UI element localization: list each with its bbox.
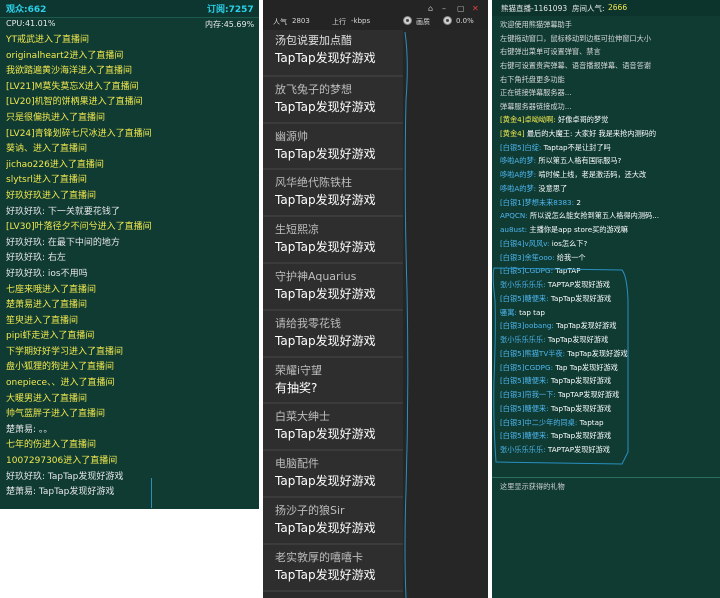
loss-toggle-icon[interactable]: [443, 16, 452, 25]
chat-line: 好玖好玖: TapTap发现好游戏: [6, 471, 124, 482]
chat-line: 帅气蓝胖子进入了直播间: [6, 409, 106, 420]
chat-line: 大暖男进入了直播间: [6, 393, 88, 404]
chat-line: 盘小狐狸的狗进入了直播间: [6, 362, 115, 373]
gift-divider: [492, 477, 720, 478]
chat-line: jichao226进入了直播间: [6, 159, 104, 170]
chat-line: 葵讷、进入了直播间: [6, 144, 88, 155]
chat-line: 只是很偏执进入了直播间: [6, 112, 106, 123]
card-message: 有抽奖?: [275, 380, 318, 395]
chat-line: slytsrl进入了直播间: [6, 175, 87, 186]
card-username: 请给我零花钱: [275, 316, 341, 330]
danmaku-card[interactable]: 电脑配件 TapTap发现好游戏: [263, 451, 403, 498]
cpu-usage: CPU:41.01%: [6, 19, 56, 28]
danmaku-card[interactable]: 放飞兔子的梦想 TapTap发现好游戏: [263, 76, 403, 124]
chat-line: [LV30]叶落径夕不问兮进入了直播间: [6, 222, 152, 233]
upload-label: 上行: [332, 18, 346, 26]
selection-annotation-outline: [492, 267, 629, 465]
chat-line: 楚萧易: 。。: [6, 424, 53, 435]
card-message: TapTap发现好游戏: [275, 427, 376, 442]
chat-line: 1007297306进入了直播间: [6, 456, 118, 467]
danmaku-card[interactable]: 扬沙子的狼Sir TapTap发现好游戏: [263, 497, 403, 545]
danmaku-card[interactable]: 请给我零花钱 TapTap发现好游戏: [263, 310, 403, 358]
home-icon[interactable]: ⌂: [428, 4, 433, 13]
card-message: TapTap发现好游戏: [275, 520, 376, 535]
card-panel-sidebar: [403, 30, 488, 598]
chat-line: 我欲踏遍黄沙海洋进入了直播间: [6, 66, 133, 77]
system-stats: CPU:41.01% 内存:45.69%: [0, 17, 259, 31]
loss-value: 0.0%: [456, 17, 474, 25]
chat-line: 七座来哦进入了直播间: [6, 284, 97, 295]
card-message: TapTap发现好游戏: [275, 193, 376, 208]
chat-line: 楚萧易: TapTap发现好游戏: [6, 487, 115, 498]
subscribers-count: 订阅:7257: [207, 5, 254, 15]
minimize-icon[interactable]: –: [442, 4, 446, 13]
card-username: 生短熙凉: [275, 223, 319, 237]
chat-line: [LV24]青锋划碎七尺冰进入了直播间: [6, 128, 152, 139]
close-icon[interactable]: ✕: [472, 4, 479, 13]
danmaku-card[interactable]: 汤包说要加点醋 TapTap发现好游戏: [263, 30, 403, 77]
card-username: 风华绝代陈铁柱: [275, 176, 352, 190]
card-message: TapTap发现好游戏: [275, 333, 376, 348]
card-message: TapTap发现好游戏: [275, 51, 376, 65]
card-message: TapTap发现好游戏: [275, 474, 376, 489]
danmaku-card[interactable]: 荣耀i守望有抽奖?: [263, 357, 403, 405]
danmaku-card[interactable]: 守护神Aquarius TapTap发现好游戏: [263, 263, 403, 311]
chat-line: 七年的伤进入了直播间: [6, 440, 97, 451]
chat-log[interactable]: YT戒武进入了直播间 originalheart2进入了直播间 我欲踏遍黄沙海洋进入…: [6, 33, 256, 501]
chat-line: [LV21]M莫失莫忘X进入了直播间: [6, 81, 139, 92]
quality-label: 画质: [416, 18, 430, 26]
memory-usage: 内存:45.69%: [205, 20, 255, 29]
danmaku-card[interactable]: 白菜大绅士 TapTap发现好游戏: [263, 404, 403, 452]
chat-line: originalheart2进入了直播间: [6, 50, 124, 61]
card-message: TapTap发现好游戏: [275, 286, 376, 301]
danmaku-card[interactable]: 老实敦厚的嘻嘻卡 TapTap发现好游戏: [263, 544, 403, 592]
card-username: 汤包说要加点醋: [275, 34, 352, 47]
popularity-value: 2803: [292, 17, 310, 25]
panda-danmaku-panel: 熊猫直播-1161093 房间人气: 2666 欢迎使用熊猫弹幕助手 左键拖动窗口…: [492, 0, 720, 598]
gift-area-placeholder: 这里显示获得的礼物: [500, 482, 565, 491]
chat-line: YT戒武进入了直播间: [6, 35, 89, 45]
restore-icon[interactable]: ▢: [457, 4, 465, 13]
card-message: TapTap发现好游戏: [275, 567, 376, 582]
danmaku-card-panel: ⌂ – ▢ ✕ 人气 2803 上行 -kbps 画质 0.0% 汤包说要加点醋…: [263, 0, 488, 598]
chat-line: 好玖好玖进入了直播间: [6, 190, 97, 201]
chat-line: 好玖好玖: ios不用吗: [6, 268, 88, 279]
chat-line: 好玖好玖: 下一关就要花钱了: [6, 206, 120, 217]
card-message: TapTap发现好游戏: [275, 240, 376, 255]
danmaku-card[interactable]: 风华绝代陈铁柱 TapTap发现好游戏: [263, 170, 403, 218]
danmaku-card[interactable]: 幽源帅 TapTap发现好游戏: [263, 123, 403, 171]
chat-line: 楚萧易进入了直播间: [6, 300, 88, 311]
chat-line: pipi虾走进入了直播间: [6, 331, 95, 342]
card-username: 白菜大绅士: [275, 410, 330, 424]
card-username: 放飞兔子的梦想: [275, 82, 352, 96]
card-username: 电脑配件: [275, 457, 319, 471]
chat-line: 笙臾进入了直播间: [6, 315, 79, 326]
card-username: 老实敦厚的嘻嘻卡: [275, 550, 363, 564]
chat-line: onepiece、、进入了直播间: [6, 378, 115, 389]
card-username: 守护神Aquarius: [275, 269, 357, 283]
left-chat-panel: 观众:662 订阅:7257 CPU:41.01% 内存:45.69% YT戒武…: [0, 0, 259, 509]
quality-toggle-icon[interactable]: [403, 16, 412, 25]
chat-line: 好玖好玖: 在最下中间的地方: [6, 237, 120, 248]
popularity-label: 人气: [273, 18, 287, 26]
card-username: 扬沙子的狼Sir: [275, 503, 345, 517]
card-message: TapTap发现好游戏: [275, 146, 376, 161]
danmaku-card-list[interactable]: 汤包说要加点醋 TapTap发现好游戏 放飞兔子的梦想 TapTap发现好游戏 幽源帅 T…: [263, 30, 403, 592]
chat-line: 下学期好好学习进入了直播间: [6, 346, 124, 357]
annotation-stroke: [404, 31, 409, 598]
chat-line: 好玖好玖: 右左: [6, 253, 66, 264]
danmaku-card[interactable]: 生短熙凉 TapTap发现好游戏: [263, 217, 403, 264]
stream-status-bar: ⌂ – ▢ ✕ 人气 2803 上行 -kbps 画质 0.0%: [263, 0, 488, 30]
viewers-count: 观众:662: [6, 5, 47, 15]
card-message: TapTap发现好游戏: [275, 99, 376, 114]
card-username: 幽源帅: [275, 129, 308, 143]
left-header: 观众:662 订阅:7257: [0, 0, 259, 18]
cursor-annotation-mark: [151, 478, 152, 508]
card-username: 荣耀i守望: [275, 363, 323, 377]
upload-value: -kbps: [351, 17, 371, 25]
chat-line: [LV20]机智的饼柄果进入了直播间: [6, 97, 143, 108]
